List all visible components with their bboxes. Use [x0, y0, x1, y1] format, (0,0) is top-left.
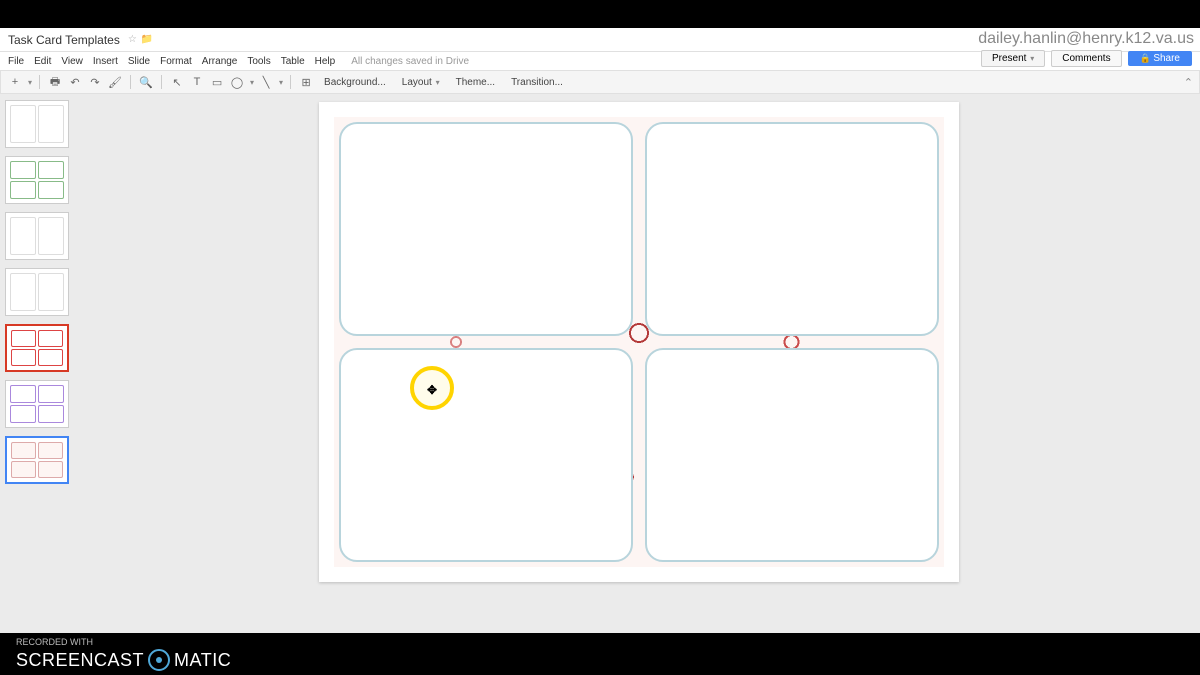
workspace: ✥ — [0, 94, 1200, 633]
menu-format[interactable]: Format — [160, 56, 192, 67]
brand-o-icon — [148, 649, 170, 671]
document-title[interactable]: Task Card Templates — [8, 33, 120, 47]
paint-format-icon[interactable]: 🖌 — [107, 74, 123, 90]
menu-edit[interactable]: Edit — [34, 56, 51, 67]
separator — [290, 75, 291, 89]
recorded-with-label: RECORDED WITH — [16, 637, 231, 647]
slide-thumbnail-4[interactable] — [5, 268, 69, 316]
present-button[interactable]: Present ▾ — [981, 50, 1045, 67]
top-right-buttons: dailey.hanlin@henry.k12.va.us — [978, 30, 1194, 48]
card-grid — [339, 122, 939, 562]
move-cursor-icon: ✥ — [427, 383, 437, 397]
new-slide-button[interactable]: + — [7, 74, 23, 90]
comments-button[interactable]: Comments — [1051, 50, 1121, 67]
undo-icon[interactable]: ↶ — [67, 74, 83, 90]
zoom-icon[interactable]: 🔍 — [138, 74, 154, 90]
expand-toolbar-icon[interactable]: ⌃ — [1184, 76, 1193, 89]
separator — [161, 75, 162, 89]
slide-thumbnail-3[interactable] — [5, 212, 69, 260]
menu-table[interactable]: Table — [281, 56, 305, 67]
task-card-3[interactable] — [339, 348, 633, 562]
task-card-4[interactable] — [645, 348, 939, 562]
textbox-icon[interactable]: T — [189, 74, 205, 90]
image-icon[interactable]: ▭ — [209, 74, 225, 90]
canvas-area[interactable]: ✥ — [78, 94, 1200, 633]
redo-icon[interactable]: ↷ — [87, 74, 103, 90]
screencast-watermark: RECORDED WITH SCREENCAST MATIC — [0, 633, 247, 675]
separator — [130, 75, 131, 89]
menu-file[interactable]: File — [8, 56, 24, 67]
dropdown-icon[interactable]: ▾ — [28, 78, 32, 87]
menu-insert[interactable]: Insert — [93, 56, 118, 67]
separator — [39, 75, 40, 89]
task-card-1[interactable] — [339, 122, 633, 336]
slide-thumbnail-5[interactable] — [5, 324, 69, 372]
line-icon[interactable]: ╲ — [258, 74, 274, 90]
slide-thumbnail-1[interactable] — [5, 100, 69, 148]
dropdown-icon[interactable]: ▾ — [279, 78, 283, 87]
thumbnail-panel — [0, 94, 78, 633]
menu-view[interactable]: View — [61, 56, 83, 67]
theme-button[interactable]: Theme... — [450, 75, 501, 90]
select-icon[interactable]: ↖ — [169, 74, 185, 90]
slide-thumbnail-2[interactable] — [5, 156, 69, 204]
menu-arrange[interactable]: Arrange — [202, 56, 238, 67]
folder-icon[interactable]: 📁 — [141, 34, 153, 45]
print-icon[interactable]: 🖶 — [47, 74, 63, 90]
toolbar: + ▾ 🖶 ↶ ↷ 🖌 🔍 ↖ T ▭ ◯ ▾ ╲ ▾ ⊞ Background...… — [0, 70, 1200, 94]
slide-thumbnail-6[interactable] — [5, 380, 69, 428]
screencastomatic-logo: SCREENCAST MATIC — [16, 649, 231, 671]
slide-canvas[interactable] — [319, 102, 959, 582]
slide-thumbnail-7[interactable] — [5, 436, 69, 484]
save-status: All changes saved in Drive — [351, 56, 469, 67]
brand-text-post: MATIC — [174, 650, 231, 671]
user-email: dailey.hanlin@henry.k12.va.us — [978, 30, 1194, 48]
task-card-2[interactable] — [645, 122, 939, 336]
transition-button[interactable]: Transition... — [505, 75, 569, 90]
star-icon[interactable]: ☆ — [128, 34, 137, 45]
share-button[interactable]: Share — [1128, 51, 1192, 66]
title-bar: Task Card Templates ☆ 📁 dailey.hanlin@he… — [0, 28, 1200, 52]
shape-icon[interactable]: ◯ — [229, 74, 245, 90]
dropdown-icon[interactable]: ▾ — [250, 78, 254, 87]
menu-help[interactable]: Help — [315, 56, 336, 67]
google-slides-app: Task Card Templates ☆ 📁 dailey.hanlin@he… — [0, 28, 1200, 633]
layout-button[interactable]: Layout ▾ — [396, 75, 446, 90]
brand-text-pre: SCREENCAST — [16, 650, 144, 671]
title-icon-group: ☆ 📁 — [128, 34, 153, 45]
menu-slide[interactable]: Slide — [128, 56, 150, 67]
menu-tools[interactable]: Tools — [247, 56, 270, 67]
background-button[interactable]: Background... — [318, 75, 392, 90]
comment-icon[interactable]: ⊞ — [298, 74, 314, 90]
